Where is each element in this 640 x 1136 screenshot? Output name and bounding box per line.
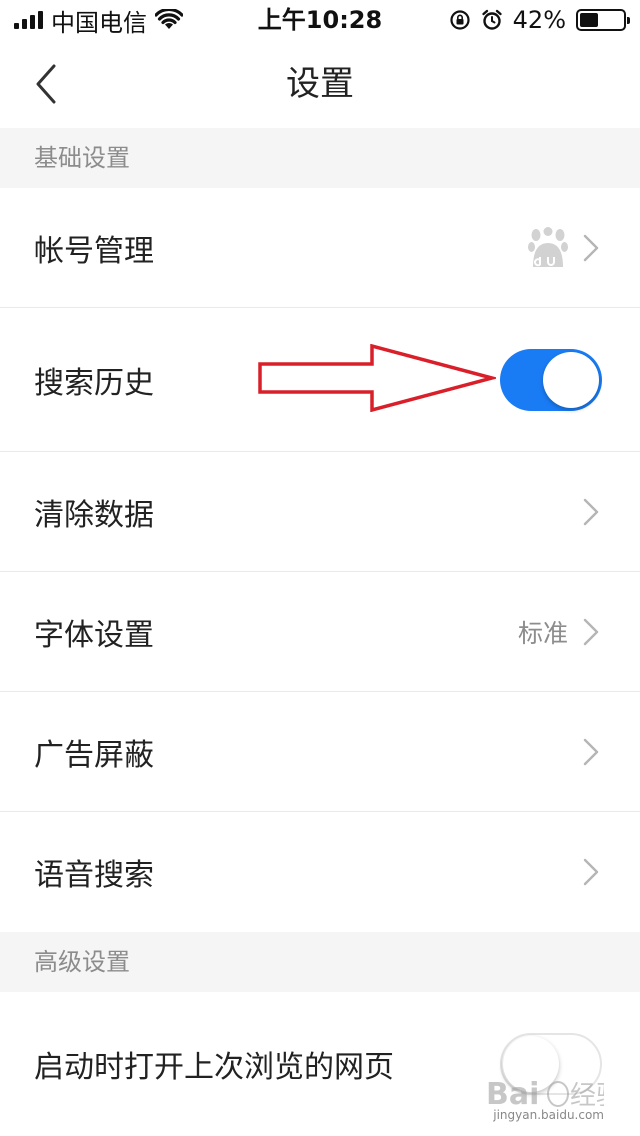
chevron-right-icon — [580, 233, 602, 263]
signal-icon — [14, 11, 43, 29]
row-right — [580, 452, 602, 571]
row-label: 搜索历史 — [34, 365, 154, 401]
row-ad-block[interactable]: 广告屏蔽 — [0, 692, 640, 812]
svg-text:经验: 经验 — [570, 1081, 604, 1111]
row-voice-search[interactable]: 语音搜索 — [0, 812, 640, 932]
row-right: 标准 — [518, 572, 602, 691]
row-label: 广告屏蔽 — [34, 737, 154, 773]
row-account[interactable]: 帐号管理 — [0, 188, 640, 308]
section-header-advanced: 高级设置 — [0, 932, 640, 992]
battery-fill — [580, 13, 598, 27]
svg-text:Bai: Bai — [486, 1077, 539, 1112]
row-right — [500, 308, 602, 451]
baidu-paw-icon — [528, 226, 568, 267]
wifi-icon — [155, 9, 183, 29]
search-history-toggle[interactable] — [500, 348, 602, 411]
watermark-text: jingyan.baidu.com — [493, 1108, 604, 1122]
page-title: 设置 — [286, 64, 354, 104]
alarm-icon — [481, 9, 502, 30]
status-bar: 中国电信 上午10:28 42% — [0, 0, 640, 40]
row-label: 字体设置 — [34, 617, 154, 653]
row-label: 帐号管理 — [34, 233, 154, 269]
carrier-label: 中国电信 — [51, 8, 147, 37]
row-label: 清除数据 — [34, 497, 154, 533]
chevron-right-icon — [580, 857, 602, 887]
status-right: 42% — [449, 0, 630, 40]
row-right — [528, 188, 602, 307]
row-right — [580, 692, 602, 811]
battery-percent: 42% — [512, 6, 566, 34]
battery-icon — [576, 9, 630, 31]
section-header-basic: 基础设置 — [0, 128, 640, 188]
status-left: 中国电信 — [14, 0, 183, 40]
chevron-right-icon — [580, 737, 602, 767]
annotation-arrow-icon — [258, 344, 496, 412]
toggle-knob — [543, 351, 599, 408]
row-font-settings[interactable]: 字体设置 标准 — [0, 572, 640, 692]
row-right — [580, 812, 602, 932]
row-label: 语音搜索 — [34, 858, 154, 893]
row-clear-data[interactable]: 清除数据 — [0, 452, 640, 572]
chevron-right-icon — [580, 497, 602, 527]
nav-bar: 设置 — [0, 40, 640, 128]
rotation-lock-icon — [450, 10, 470, 30]
chevron-right-icon — [580, 617, 602, 647]
row-label: 启动时打开上次浏览的网页 — [34, 1050, 394, 1085]
font-size-value: 标准 — [517, 618, 568, 648]
